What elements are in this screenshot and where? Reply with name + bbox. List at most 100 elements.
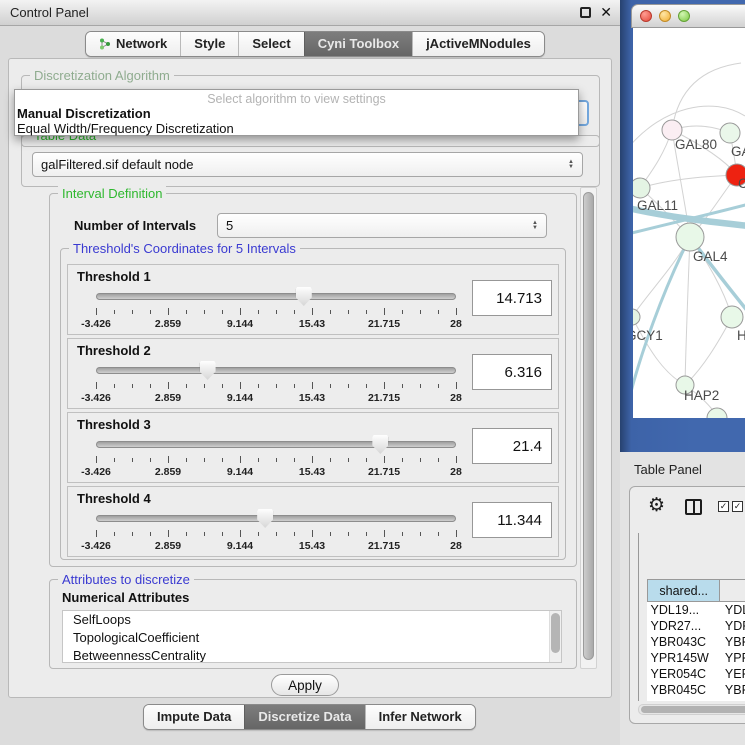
window-buttons: ✕ [580, 6, 612, 19]
node-table: shared... na YDL19...YDL1YDR27...YDR2YBR… [638, 533, 745, 701]
threshold-value-field[interactable] [472, 354, 552, 390]
slider-track[interactable] [96, 441, 456, 448]
cell-name[interactable]: YDL1 [720, 602, 745, 618]
close-panel-icon[interactable]: ✕ [600, 6, 612, 19]
apply-button[interactable]: Apply [271, 674, 339, 696]
scale-label: -3.426 [81, 318, 111, 330]
table-row[interactable]: YBR045CYBR0 [648, 682, 745, 698]
checkbox-icon[interactable]: ✓ [732, 501, 743, 512]
scale-label: 9.144 [227, 392, 253, 404]
network-node[interactable] [721, 306, 743, 328]
threshold-value-field[interactable] [472, 502, 552, 538]
scale-label: 2.859 [155, 540, 181, 552]
threshold-value-field[interactable] [472, 280, 552, 316]
panel-title: Control Panel [10, 0, 89, 26]
algorithm-dropdown: Select algorithm to view settings Manual… [14, 89, 579, 136]
column-header-shared-name[interactable]: shared... [648, 580, 720, 602]
settings-vertical-scrollbar[interactable] [580, 187, 597, 669]
cell-name[interactable]: YBL0 [720, 698, 745, 702]
float-window-icon[interactable] [580, 7, 591, 18]
table-row[interactable]: YPR145WYPR1 [648, 650, 745, 666]
slider-thumb[interactable] [372, 435, 388, 454]
dropdown-item-equal-width[interactable]: Equal Width/Frequency Discretization [15, 121, 578, 136]
network-node[interactable] [633, 309, 640, 325]
cell-shared-name[interactable]: YBL079W [648, 698, 720, 702]
network-node[interactable] [676, 223, 704, 251]
threshold-label: Threshold 4 [77, 491, 151, 506]
scale-label: 2.859 [155, 466, 181, 478]
gear-icon[interactable]: ⚙ [648, 494, 665, 517]
attribute-list-item[interactable]: BetweennessCentrality [63, 647, 561, 663]
scale-label: 9.144 [227, 466, 253, 478]
tab-label: Impute Data [157, 709, 231, 724]
dropdown-item-manual[interactable]: Manual Discretization [15, 106, 578, 121]
tab-cyni-toolbox[interactable]: Cyni Toolbox [304, 32, 412, 56]
top-tab-bar: NetworkStyleSelect Cyni Toolbox jActiveMNo… [85, 31, 545, 57]
cell-shared-name[interactable]: YPR145W [648, 650, 720, 666]
tab-style[interactable]: Style [180, 32, 238, 56]
control-panel-titlebar: Control Panel ✕ [0, 0, 620, 26]
attributes-list-scrollbar[interactable] [549, 611, 561, 662]
cell-shared-name[interactable]: YBR045C [648, 682, 720, 698]
slider-track[interactable] [96, 367, 456, 374]
tab-network[interactable]: Network [86, 32, 180, 56]
zoom-window-icon[interactable] [678, 10, 690, 22]
slider-thumb[interactable] [257, 509, 273, 528]
threshold-slider[interactable]: -3.4262.8599.14415.4321.71528 [96, 509, 456, 553]
slider-thumb[interactable] [200, 361, 216, 380]
node-label: GA [731, 144, 745, 159]
tab-jactivemnodules[interactable]: jActiveMNodules [412, 32, 544, 56]
scale-label: -3.426 [81, 466, 111, 478]
network-node[interactable] [720, 123, 740, 143]
column-header-name[interactable]: na [720, 580, 745, 602]
cell-name[interactable]: YBR0 [720, 634, 745, 650]
attribute-list-item[interactable]: SelfLoops [63, 611, 561, 629]
threshold-slider[interactable]: -3.4262.8599.14415.4321.71528 [96, 287, 456, 331]
tab-infer-network[interactable]: Infer Network [365, 705, 475, 729]
numerical-attributes-list[interactable]: SelfLoopsTopologicalCoefficientBetweenne… [62, 610, 562, 663]
network-view-window: GAL80GACGAL11GAL4GCY1HHAP2 [620, 0, 745, 452]
table-row[interactable]: YDL19...YDL1 [648, 602, 745, 618]
network-canvas[interactable]: GAL80GACGAL11GAL4GCY1HHAP2 [633, 28, 745, 418]
tab-label: Cyni Toolbox [318, 36, 399, 51]
cell-name[interactable]: YER0 [720, 666, 745, 682]
cell-shared-name[interactable]: YDR27... [648, 618, 720, 634]
cell-name[interactable]: YPR1 [720, 650, 745, 666]
close-window-icon[interactable] [640, 10, 652, 22]
number-of-intervals-combobox[interactable]: 5 ▲▼ [217, 213, 547, 238]
cell-shared-name[interactable]: YER054C [648, 666, 720, 682]
threshold-slider[interactable]: -3.4262.8599.14415.4321.71528 [96, 361, 456, 405]
table-data-combobox[interactable]: galFiltered.sif default node ▲▼ [32, 152, 583, 177]
cell-shared-name[interactable]: YBR043C [648, 634, 720, 650]
scale-label: 9.144 [227, 318, 253, 330]
tab-label: Infer Network [379, 709, 462, 724]
checkbox-icon[interactable]: ✓ [718, 501, 729, 512]
cell-name[interactable]: YBR0 [720, 682, 745, 698]
table-row[interactable]: YER054CYER0 [648, 666, 745, 682]
network-node[interactable] [707, 408, 727, 418]
checkbox-icons[interactable]: ✓ ✓ [718, 501, 743, 512]
scale-label: -3.426 [81, 540, 111, 552]
tab-impute-data[interactable]: Impute Data [144, 705, 244, 729]
split-columns-icon[interactable] [685, 499, 702, 515]
slider-track[interactable] [96, 515, 456, 522]
threshold-slider[interactable]: -3.4262.8599.14415.4321.71528 [96, 435, 456, 479]
network-node[interactable] [633, 178, 650, 198]
slider-track[interactable] [96, 293, 456, 300]
minimize-window-icon[interactable] [659, 10, 671, 22]
attribute-list-item[interactable]: TopologicalCoefficient [63, 629, 561, 647]
table-row[interactable]: YBR043CYBR0 [648, 634, 745, 650]
threshold-label: Threshold 2 [77, 343, 151, 358]
table-horizontal-scrollbar[interactable] [638, 704, 745, 715]
cell-name[interactable]: YDR2 [720, 618, 745, 634]
table-row[interactable]: YDR27...YDR2 [648, 618, 745, 634]
tab-discretize-data[interactable]: Discretize Data [244, 705, 364, 729]
table-row[interactable]: YBL079WYBL0 [648, 698, 745, 702]
slider-thumb[interactable] [296, 287, 312, 306]
cell-shared-name[interactable]: YDL19... [648, 602, 720, 618]
tab-select[interactable]: Select [238, 32, 303, 56]
network-window-titlebar[interactable] [631, 4, 745, 28]
threshold-value-field[interactable] [472, 428, 552, 464]
scale-label: 21.715 [368, 318, 400, 330]
node-label: H [737, 328, 745, 343]
